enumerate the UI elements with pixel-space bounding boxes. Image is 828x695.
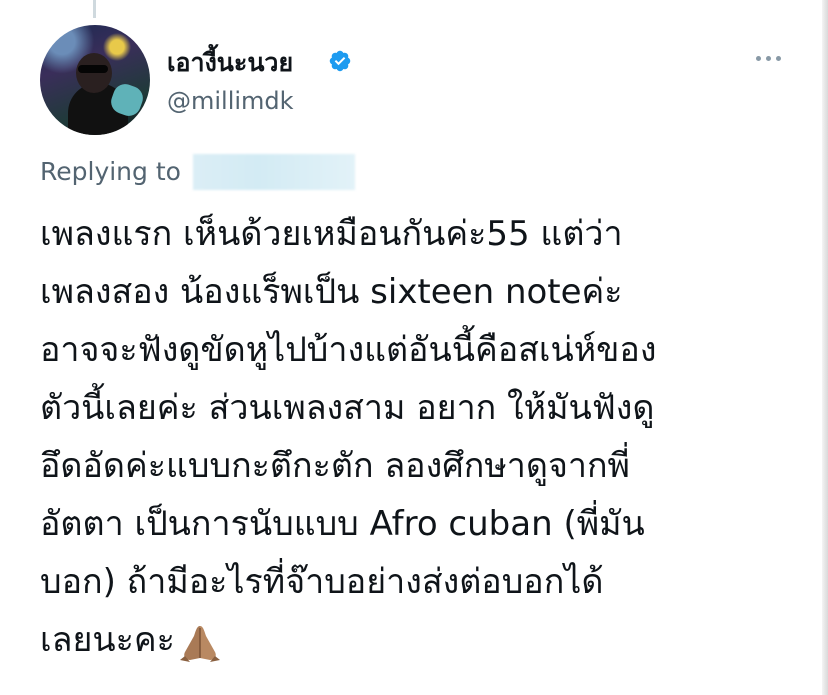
tweet-line: ตัวนี้เลยค่ะ ส่วนเพลงสาม อยาก ให้มันฟังด… xyxy=(40,388,655,428)
more-options-icon[interactable] xyxy=(756,51,786,65)
tweet-line-last: เลยนะคะ xyxy=(40,611,800,669)
avatar-figure-head xyxy=(76,53,112,93)
tweet-text: เพลงแรก เห็นด้วยเหมือนกันค่ะ55 แต่ว่า เพ… xyxy=(40,205,800,669)
thread-connector-line xyxy=(93,0,96,18)
screen-edge xyxy=(822,0,828,695)
display-name[interactable]: เอางี้นะนวย xyxy=(167,48,293,78)
tweet-line: เพลงสอง น้องแร็พเป็น sixteen noteค่ะ xyxy=(40,272,623,312)
avatar[interactable] xyxy=(40,25,150,135)
replying-to-label: Replying to xyxy=(40,157,181,186)
folded-hands-emoji xyxy=(179,625,220,662)
redacted-mention[interactable] xyxy=(192,154,355,190)
avatar-sunglasses xyxy=(78,65,108,73)
tweet-line: อึดอัดค่ะแบบกะตึกะตัก ลองศึกษาดูจากพี่ xyxy=(40,446,630,486)
user-handle[interactable]: @millimdk xyxy=(167,86,294,116)
tweet-line: เพลงแรก เห็นด้วยเหมือนกันค่ะ55 แต่ว่า xyxy=(40,214,623,254)
tweet-line: อาจจะฟังดูขัดหูไปบ้างแต่อันนี้คือสเน่ห์ข… xyxy=(40,330,657,370)
tweet-line: เลยนะคะ xyxy=(40,620,175,660)
verified-badge-icon xyxy=(329,50,351,72)
tweet-line: บอก) ถ้ามีอะไรที่จ๊าบอย่างส่งต่อบอกได้ xyxy=(40,562,604,602)
tweet-line: อัตตา เป็นการนับแบบ Afro cuban (พี่มัน xyxy=(40,504,645,544)
replying-to-line: Replying to xyxy=(40,154,355,190)
